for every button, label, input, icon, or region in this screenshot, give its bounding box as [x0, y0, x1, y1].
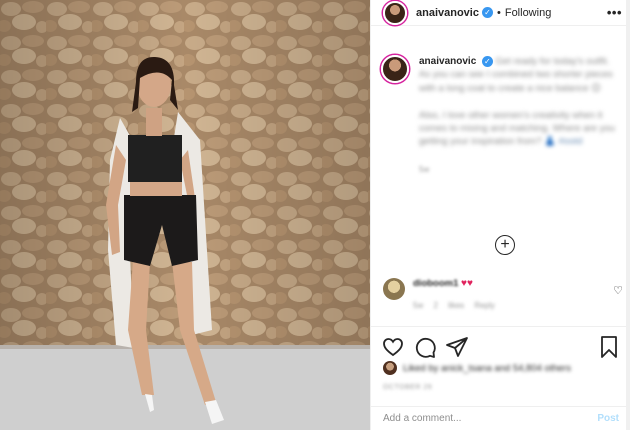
likes-summary: Liked by anick_tsana and 54,804 others [383, 361, 571, 375]
caption-body: anaivanovic ✓ Get ready for today's outf… [419, 55, 619, 176]
post-sidebar: anaivanovic ✓ • Following ••• anaivanovi… [370, 0, 630, 430]
comment-like-heart-icon[interactable]: ♡ [613, 284, 623, 297]
comment-bubble-icon[interactable] [413, 335, 437, 359]
save-bookmark-icon[interactable] [597, 335, 621, 359]
comment-body: dioboom1 ♥♥ 5w 2 likes Reply [413, 278, 495, 310]
commenter-username[interactable]: dioboom1 [413, 278, 458, 289]
following-button[interactable]: Following [505, 7, 551, 19]
share-send-icon[interactable] [445, 335, 469, 359]
verified-badge-icon: ✓ [481, 7, 493, 18]
caption-hashtag[interactable]: #ootd [559, 136, 583, 147]
scrollbar[interactable] [626, 0, 630, 430]
liker-avatar[interactable] [383, 361, 397, 375]
stone-wall-image [0, 0, 370, 430]
post-header: anaivanovic ✓ • Following ••• [371, 0, 630, 26]
commenter-avatar[interactable] [383, 278, 405, 300]
comment-age: 5w [413, 301, 424, 310]
post-comment-button[interactable]: Post [597, 413, 619, 424]
comment-text-hearts: ♥♥ [461, 278, 473, 289]
post-photo[interactable] [0, 0, 370, 430]
more-options-icon[interactable]: ••• [607, 5, 622, 20]
caption-verified-badge-icon: ✓ [481, 56, 493, 67]
comment-item: dioboom1 ♥♥ 5w 2 likes Reply ♡ [383, 278, 623, 310]
post-timestamp: OCTOBER 26 [383, 384, 433, 391]
author-avatar[interactable] [383, 0, 407, 25]
add-comment-input[interactable] [383, 413, 598, 424]
caption-username[interactable]: anaivanovic [419, 56, 476, 67]
caption-age: 5w [419, 164, 430, 174]
comment-likes[interactable]: 2 likes [433, 301, 464, 310]
add-comment-bar: Post [371, 406, 630, 430]
caption-text-2: Also, I love other women's creativity wh… [419, 109, 615, 148]
caption-avatar[interactable] [381, 55, 409, 83]
like-heart-icon[interactable] [381, 335, 405, 359]
likes-text[interactable]: Liked by anick_tsana and 54,804 others [403, 363, 571, 374]
instagram-post: anaivanovic ✓ • Following ••• anaivanovi… [0, 0, 630, 430]
author-username[interactable]: anaivanovic [416, 7, 479, 19]
post-caption: anaivanovic ✓ Get ready for today's outf… [381, 55, 625, 176]
load-more-comments-icon[interactable]: + [495, 235, 515, 255]
comment-meta: 5w 2 likes Reply [413, 301, 495, 310]
comment-reply[interactable]: Reply [474, 301, 494, 310]
header-separator: • [496, 6, 501, 19]
